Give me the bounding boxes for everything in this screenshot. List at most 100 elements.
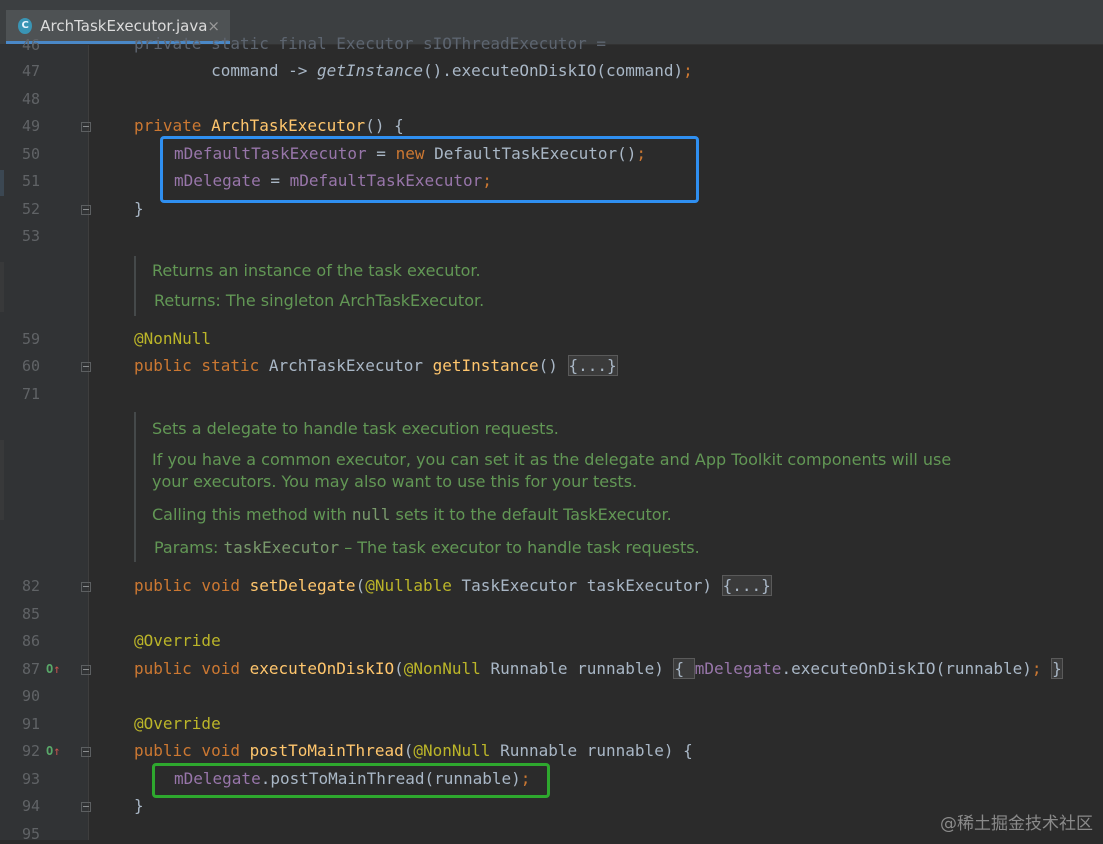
code-line-46: private static final Executor sIOThreadE… — [134, 34, 607, 53]
code-token: ( — [403, 741, 414, 760]
java-class-icon: C — [18, 17, 33, 34]
override-marker-icon[interactable]: O↑ — [46, 741, 60, 761]
close-icon[interactable]: × — [207, 17, 220, 35]
code-token: () — [538, 356, 568, 375]
code-token: @NonNull — [413, 741, 501, 760]
code-token: public void — [134, 741, 250, 760]
doc-token: sets it to the default TaskExecutor. — [390, 505, 672, 524]
code-line-92: public void postToMainThread(@NonNull Ru… — [134, 740, 693, 762]
folded-code-block[interactable]: {...} — [721, 575, 772, 596]
code-token: ().executeOnDiskIO(command) — [423, 61, 684, 80]
fold-toggle-icon[interactable] — [81, 802, 91, 812]
code-token: ArchTaskExecutor — [268, 356, 433, 375]
line-number: 48 — [21, 90, 40, 108]
code-token: @Override — [134, 631, 221, 650]
change-marker — [0, 440, 4, 520]
code-token: executeOnDiskIO — [249, 659, 395, 678]
line-number: 46 — [21, 36, 40, 54]
line-number: 52 — [21, 200, 40, 218]
doc-token: Params: — [154, 538, 224, 557]
fold-toggle-icon[interactable] — [81, 747, 91, 757]
code-token: TaskExecutor taskExecutor) — [461, 576, 722, 595]
code-token: ( — [355, 576, 366, 595]
code-token: @Nullable — [365, 576, 462, 595]
code-token: ArchTaskExecutor — [211, 116, 366, 135]
code-line-47: command -> getInstance().executeOnDiskIO… — [134, 60, 693, 82]
code-token: private — [134, 116, 212, 135]
folded-code-block[interactable]: { — [673, 658, 695, 679]
code-line-59: @NonNull — [134, 328, 211, 350]
folded-code-block[interactable]: } — [1051, 658, 1063, 679]
line-number: 50 — [21, 145, 40, 163]
doc-text: Params: taskExecutor – The task executor… — [152, 537, 951, 559]
line-number: 92 — [21, 742, 40, 760]
override-marker-icon[interactable]: O↑ — [46, 659, 60, 679]
code-line-52: } — [134, 199, 144, 218]
code-line-94: } — [134, 796, 144, 815]
green-highlight-box — [152, 763, 550, 798]
code-token: @NonNull — [403, 659, 491, 678]
change-marker — [0, 262, 4, 312]
fold-toggle-icon[interactable] — [81, 122, 91, 132]
doc-text: Returns: The singleton ArchTaskExecutor. — [154, 291, 485, 310]
line-number: 71 — [21, 385, 40, 403]
code-token: ( — [394, 659, 404, 678]
doc-token: taskExecutor — [223, 538, 340, 557]
code-token: mDelegate — [694, 659, 782, 678]
line-number: 94 — [21, 797, 40, 815]
code-token: postToMainThread — [249, 741, 404, 760]
code-token: public static — [134, 356, 269, 375]
code-token: command -> — [134, 61, 318, 80]
line-number: 87 — [21, 660, 40, 678]
code-line-86: @Override — [134, 630, 221, 652]
doc-token: null — [351, 505, 391, 524]
fold-toggle-icon[interactable] — [81, 362, 91, 372]
code-token: getInstance — [432, 356, 539, 375]
doc-token: – The task executor to handle task reque… — [339, 538, 700, 557]
code-token: Runnable runnable) { — [500, 741, 693, 760]
line-number: 91 — [21, 715, 40, 733]
code-token: public void — [134, 659, 250, 678]
line-number: 86 — [21, 632, 40, 650]
code-token: .executeOnDiskIO(runnable) — [781, 659, 1032, 678]
rendered-doc-comment: Sets a delegate to handle task execution… — [134, 412, 951, 562]
code-token: () { — [365, 116, 404, 135]
line-number: 85 — [21, 605, 40, 623]
line-number: 95 — [21, 825, 40, 843]
line-number: 51 — [21, 172, 40, 190]
line-number: 59 — [21, 330, 40, 348]
code-line-49: private ArchTaskExecutor() { — [134, 115, 404, 137]
code-line-60: public static ArchTaskExecutor getInstan… — [134, 355, 618, 377]
code-line-82: public void setDelegate(@Nullable TaskEx… — [134, 575, 772, 597]
line-number: 60 — [21, 357, 40, 375]
doc-text: Returns an instance of the task executor… — [152, 261, 481, 280]
code-token: @NonNull — [134, 329, 212, 348]
code-token: setDelegate — [249, 576, 356, 595]
blue-highlight-box — [160, 136, 699, 203]
code-token: getInstance — [317, 61, 423, 80]
doc-text: Calling this method with null sets it to… — [152, 504, 951, 526]
line-number: 93 — [21, 770, 40, 788]
code-line-87: public void executeOnDiskIO(@NonNull Run… — [134, 658, 1063, 680]
line-number: 49 — [21, 117, 40, 135]
fold-toggle-icon[interactable] — [81, 205, 91, 215]
folded-code-block[interactable]: {...} — [567, 355, 618, 376]
line-number: 53 — [21, 227, 40, 245]
doc-text: Sets a delegate to handle task execution… — [152, 419, 559, 438]
line-number: 82 — [21, 577, 40, 595]
code-token: ; — [683, 61, 693, 80]
doc-text: If you have a common executor, you can s… — [152, 450, 952, 469]
code-token: @Override — [134, 714, 221, 733]
gutter-separator — [88, 45, 89, 840]
code-line-91: @Override — [134, 713, 221, 735]
rendered-doc-comment: Returns an instance of the task executor… — [134, 256, 484, 316]
fold-toggle-icon[interactable] — [81, 582, 91, 592]
line-number: 90 — [21, 687, 40, 705]
code-token: ; — [1031, 659, 1052, 678]
fold-toggle-icon[interactable] — [81, 665, 91, 675]
doc-text: your executors. You may also want to use… — [152, 472, 638, 491]
tab-title: ArchTaskExecutor.java — [40, 16, 208, 35]
doc-token: Calling this method with — [152, 505, 352, 524]
watermark: @稀土掘金技术社区 — [940, 814, 1093, 834]
code-token: Runnable runnable) — [490, 659, 674, 678]
